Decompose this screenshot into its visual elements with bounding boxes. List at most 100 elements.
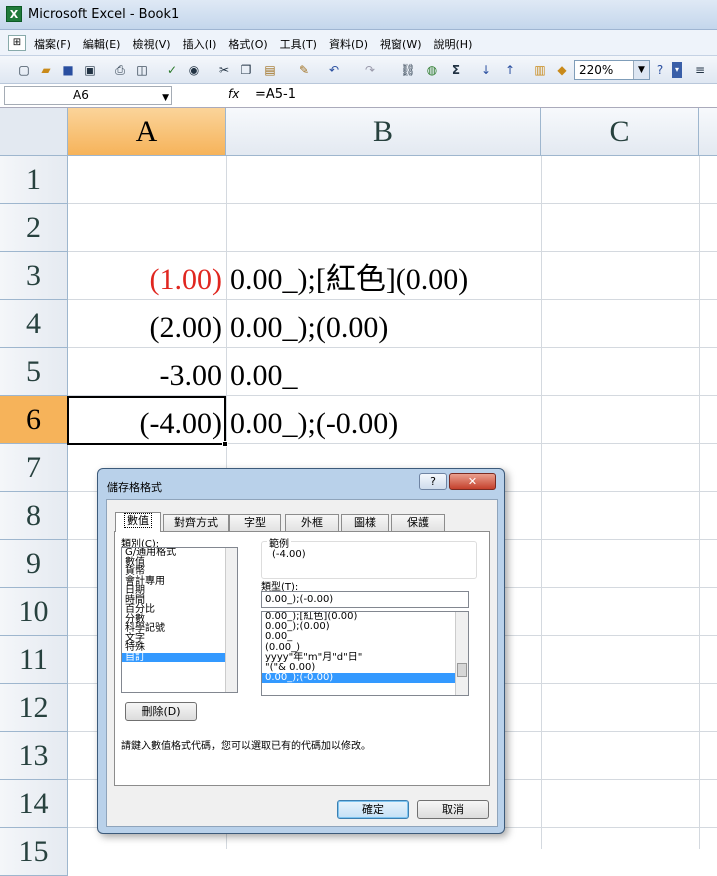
- standard-toolbar: ▢ ▰ ■ ▣ ⎙ ◫ ✓ ◉ ✂ ❐ ▤ ✎ ↶ ↷ ⛓ ◍ Σ ↓ ↑ ▥ …: [0, 56, 717, 84]
- type-list[interactable]: 0.00_);[紅色](0.00) 0.00_);(0.00) 0.00_ (0…: [261, 611, 469, 696]
- tab-border[interactable]: 外框: [285, 514, 339, 531]
- list-item-selected[interactable]: 自訂: [122, 652, 237, 662]
- cut-icon[interactable]: ✂: [216, 62, 232, 78]
- format-hint-text: 請鍵入數值格式代碼，您可以選取已有的代碼加以修改。: [121, 741, 371, 752]
- row-header-15[interactable]: 15: [0, 828, 68, 876]
- tab-patterns[interactable]: 圖樣: [341, 514, 389, 531]
- row-header-5[interactable]: 5: [0, 348, 68, 396]
- row-header-3[interactable]: 3: [0, 252, 68, 300]
- list-item[interactable]: 0.00_);(0.00): [262, 622, 468, 632]
- row-header-6[interactable]: 6: [0, 396, 68, 444]
- cell-a5[interactable]: -3.00: [68, 352, 226, 400]
- menu-data[interactable]: 資料(D): [329, 36, 368, 52]
- insert-function-icon[interactable]: fx: [228, 87, 239, 101]
- name-box[interactable]: A6 ▼: [4, 86, 172, 105]
- sort-ascending-icon[interactable]: ↓: [478, 62, 494, 78]
- tab-protection[interactable]: 保護: [391, 514, 445, 531]
- save-icon[interactable]: ■: [60, 62, 76, 78]
- type-scrollbar[interactable]: [455, 612, 468, 695]
- format-painter-icon[interactable]: ✎: [296, 62, 312, 78]
- delete-button[interactable]: 刪除(D): [125, 702, 197, 721]
- select-all-corner[interactable]: [0, 108, 68, 156]
- cell-b5[interactable]: 0.00_: [230, 352, 530, 400]
- column-header-c[interactable]: C: [541, 108, 699, 156]
- row-header-10[interactable]: 10: [0, 588, 68, 636]
- align-left-icon[interactable]: ≡: [692, 62, 708, 78]
- sample-value: (-4.00): [272, 549, 306, 560]
- ok-button[interactable]: 確定: [337, 800, 409, 819]
- row-header-13[interactable]: 13: [0, 732, 68, 780]
- menu-view[interactable]: 檢視(V): [132, 36, 170, 52]
- zoom-value: 220%: [579, 63, 614, 77]
- research-icon[interactable]: ◉: [186, 62, 202, 78]
- sort-descending-icon[interactable]: ↑: [502, 62, 518, 78]
- help-icon[interactable]: ?: [652, 62, 668, 78]
- format-cells-dialog: 儲存格格式 ? ✕ 數值 對齊方式 字型 外框 圖樣 保護 類別(C): G/通…: [97, 468, 505, 834]
- cell-b3[interactable]: 0.00_);[紅色](0.00): [230, 256, 570, 304]
- menu-file[interactable]: 檔案(F): [34, 36, 71, 52]
- document-menu-icon[interactable]: ⊞: [8, 35, 26, 51]
- web-icon[interactable]: ◍: [424, 62, 440, 78]
- row-header-7[interactable]: 7: [0, 444, 68, 492]
- scroll-thumb[interactable]: [457, 663, 467, 677]
- type-input[interactable]: 0.00_);(-0.00): [261, 591, 469, 608]
- row-header-2[interactable]: 2: [0, 204, 68, 252]
- cell-b4[interactable]: 0.00_);(0.00): [230, 304, 530, 352]
- row-header-9[interactable]: 9: [0, 540, 68, 588]
- grid-line: [68, 251, 717, 252]
- row-header-4[interactable]: 4: [0, 300, 68, 348]
- formula-bar: A6 ▼ fx =A5-1: [0, 84, 717, 108]
- sample-group: [261, 541, 477, 579]
- redo-icon[interactable]: ↷: [362, 62, 378, 78]
- open-folder-icon[interactable]: ▰: [38, 62, 54, 78]
- row-header-11[interactable]: 11: [0, 636, 68, 684]
- cell-b6[interactable]: 0.00_);(-0.00): [230, 400, 530, 448]
- drawing-icon[interactable]: ◆: [554, 62, 570, 78]
- tab-number[interactable]: 數值: [115, 512, 161, 532]
- permission-icon[interactable]: ▣: [82, 62, 98, 78]
- menu-window[interactable]: 視窗(W): [380, 36, 421, 52]
- cell-a3[interactable]: (1.00): [68, 256, 226, 304]
- list-item-selected[interactable]: 0.00_);(-0.00): [262, 673, 468, 684]
- column-header-d[interactable]: [699, 108, 717, 156]
- paste-icon[interactable]: ▤: [262, 62, 278, 78]
- fill-handle[interactable]: [222, 441, 228, 447]
- copy-icon[interactable]: ❐: [238, 62, 254, 78]
- chevron-down-icon[interactable]: ▼: [633, 61, 649, 79]
- menu-insert[interactable]: 插入(I): [183, 36, 217, 52]
- autosum-icon[interactable]: Σ: [448, 62, 464, 78]
- toolbar-options-icon[interactable]: ▾: [672, 62, 682, 78]
- category-scrollbar[interactable]: [225, 548, 237, 692]
- window-title: Microsoft Excel - Book1: [28, 7, 180, 22]
- undo-icon[interactable]: ↶: [326, 62, 342, 78]
- print-preview-icon[interactable]: ◫: [134, 62, 150, 78]
- cancel-button[interactable]: 取消: [417, 800, 489, 819]
- tab-alignment[interactable]: 對齊方式: [163, 514, 229, 531]
- row-header-12[interactable]: 12: [0, 684, 68, 732]
- menu-bar: ⊞ 檔案(F) 編輯(E) 檢視(V) 插入(I) 格式(O) 工具(T) 資料…: [0, 30, 717, 56]
- dialog-close-button[interactable]: ✕: [449, 473, 496, 490]
- menu-format[interactable]: 格式(O): [228, 36, 267, 52]
- menu-help[interactable]: 說明(H): [434, 36, 473, 52]
- row-header-1[interactable]: 1: [0, 156, 68, 204]
- category-list[interactable]: G/通用格式 數值 貨幣 會計專用 日期 時間 百分比 分數 科學記號 文字 特…: [121, 547, 238, 693]
- menu-tools[interactable]: 工具(T): [280, 36, 317, 52]
- cell-a4[interactable]: (2.00): [68, 304, 226, 352]
- column-header-a[interactable]: A: [68, 108, 226, 156]
- chart-wizard-icon[interactable]: ▥: [532, 62, 548, 78]
- active-cell-border: [67, 396, 228, 447]
- dialog-help-button[interactable]: ?: [419, 473, 447, 490]
- zoom-select[interactable]: 220% ▼: [574, 60, 650, 80]
- new-file-icon[interactable]: ▢: [16, 62, 32, 78]
- spelling-icon[interactable]: ✓: [164, 62, 180, 78]
- print-icon[interactable]: ⎙: [112, 62, 128, 78]
- chevron-down-icon[interactable]: ▼: [162, 90, 169, 107]
- excel-app-icon[interactable]: X: [6, 6, 22, 22]
- formula-input[interactable]: =A5-1: [255, 87, 296, 102]
- insert-hyperlink-icon[interactable]: ⛓: [400, 62, 416, 78]
- row-header-8[interactable]: 8: [0, 492, 68, 540]
- tab-font[interactable]: 字型: [229, 514, 281, 531]
- row-header-14[interactable]: 14: [0, 780, 68, 828]
- menu-edit[interactable]: 編輯(E): [83, 36, 121, 52]
- column-header-b[interactable]: B: [226, 108, 541, 156]
